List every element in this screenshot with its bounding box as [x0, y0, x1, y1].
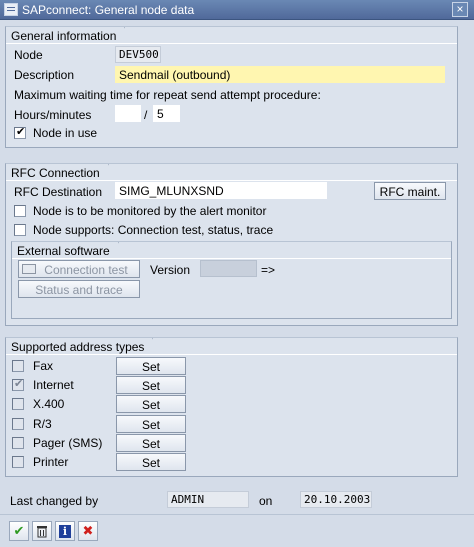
connection-test-label: Connection test — [44, 263, 128, 277]
on-label: on — [259, 494, 273, 508]
bottom-toolbar: ✔ i ✖ — [0, 514, 474, 547]
hours-minutes-label: Hours/minutes — [14, 108, 92, 122]
supported-address-types-group: Supported address types Fax Set Internet… — [5, 337, 458, 477]
monitored-label: Node is to be monitored by the alert mon… — [33, 204, 267, 218]
printer-set-button[interactable]: Set — [116, 453, 186, 471]
fax-set-button[interactable]: Set — [116, 357, 186, 375]
version-arrow: => — [261, 263, 276, 277]
info-icon[interactable]: i — [55, 521, 75, 541]
minutes-field[interactable]: 5 — [153, 105, 180, 122]
r3-checkbox[interactable] — [12, 418, 24, 430]
internet-set-button[interactable]: Set — [116, 376, 186, 394]
pager-checkbox[interactable] — [12, 437, 24, 449]
rfc-maint-button[interactable]: RFC maint. — [374, 182, 446, 200]
r3-set-button[interactable]: Set — [116, 415, 186, 433]
x400-checkbox[interactable] — [12, 398, 24, 410]
node-field[interactable]: DEV500 — [115, 46, 161, 63]
printer-label: Printer — [33, 455, 69, 469]
window-menu-icon[interactable] — [4, 3, 18, 16]
group-heading-external: External software — [12, 242, 128, 259]
rfc-destination-field[interactable]: SIMG_MLUNXSND — [115, 182, 327, 199]
x400-label: X.400 — [33, 397, 65, 411]
node-in-use-label: Node in use — [33, 126, 98, 140]
description-field[interactable]: Sendmail (outbound) — [115, 66, 445, 83]
cancel-icon[interactable]: ✖ — [78, 521, 98, 541]
trash-icon[interactable] — [32, 521, 52, 541]
supports-checkbox[interactable] — [14, 224, 26, 236]
fax-checkbox[interactable] — [12, 360, 24, 372]
external-software-group: External software Connection test Versio… — [11, 241, 452, 319]
monitor-icon — [22, 264, 36, 274]
version-field[interactable] — [200, 260, 257, 277]
hours-minutes-separator: / — [144, 108, 148, 122]
last-changed-user-field[interactable]: ADMIN — [167, 491, 249, 508]
x400-set-button[interactable]: Set — [116, 395, 186, 413]
fax-label: Fax — [33, 359, 54, 373]
internet-checkbox[interactable] — [12, 377, 24, 391]
r3-label: R/3 — [33, 417, 52, 431]
supports-label: Node supports: Connection test, status, … — [33, 223, 274, 237]
internet-label: Internet — [33, 378, 74, 392]
rfc-destination-label: RFC Destination — [14, 185, 103, 199]
group-heading-address-types: Supported address types — [6, 338, 163, 355]
checkmark-icon[interactable]: ✔ — [9, 521, 29, 541]
printer-checkbox[interactable] — [12, 456, 24, 468]
last-changed-label: Last changed by — [10, 494, 99, 508]
node-in-use-checkbox[interactable] — [14, 125, 26, 139]
group-heading-general: General information — [6, 27, 135, 44]
connection-test-button[interactable]: Connection test — [18, 260, 140, 278]
title-bar: SAPconnect: General node data × — [0, 0, 474, 20]
hours-field[interactable] — [115, 105, 141, 122]
general-information-group: General information Node DEV500 Descript… — [5, 26, 458, 148]
version-label: Version — [150, 263, 191, 277]
description-label: Description — [14, 68, 75, 82]
close-button[interactable]: × — [452, 2, 468, 17]
last-changed-date-field[interactable]: 20.10.2003 — [300, 491, 372, 508]
pager-label: Pager (SMS) — [33, 436, 103, 450]
max-wait-label: Maximum waiting time for repeat send att… — [14, 88, 321, 102]
pager-set-button[interactable]: Set — [116, 434, 186, 452]
group-heading-rfc: RFC Connection — [6, 164, 118, 181]
window-title: SAPconnect: General node data — [22, 3, 195, 17]
monitored-checkbox[interactable] — [14, 205, 26, 217]
status-trace-button[interactable]: Status and trace — [18, 280, 140, 298]
node-label: Node — [14, 48, 43, 62]
rfc-connection-group: RFC Connection RFC Destination SIMG_MLUN… — [5, 163, 458, 326]
